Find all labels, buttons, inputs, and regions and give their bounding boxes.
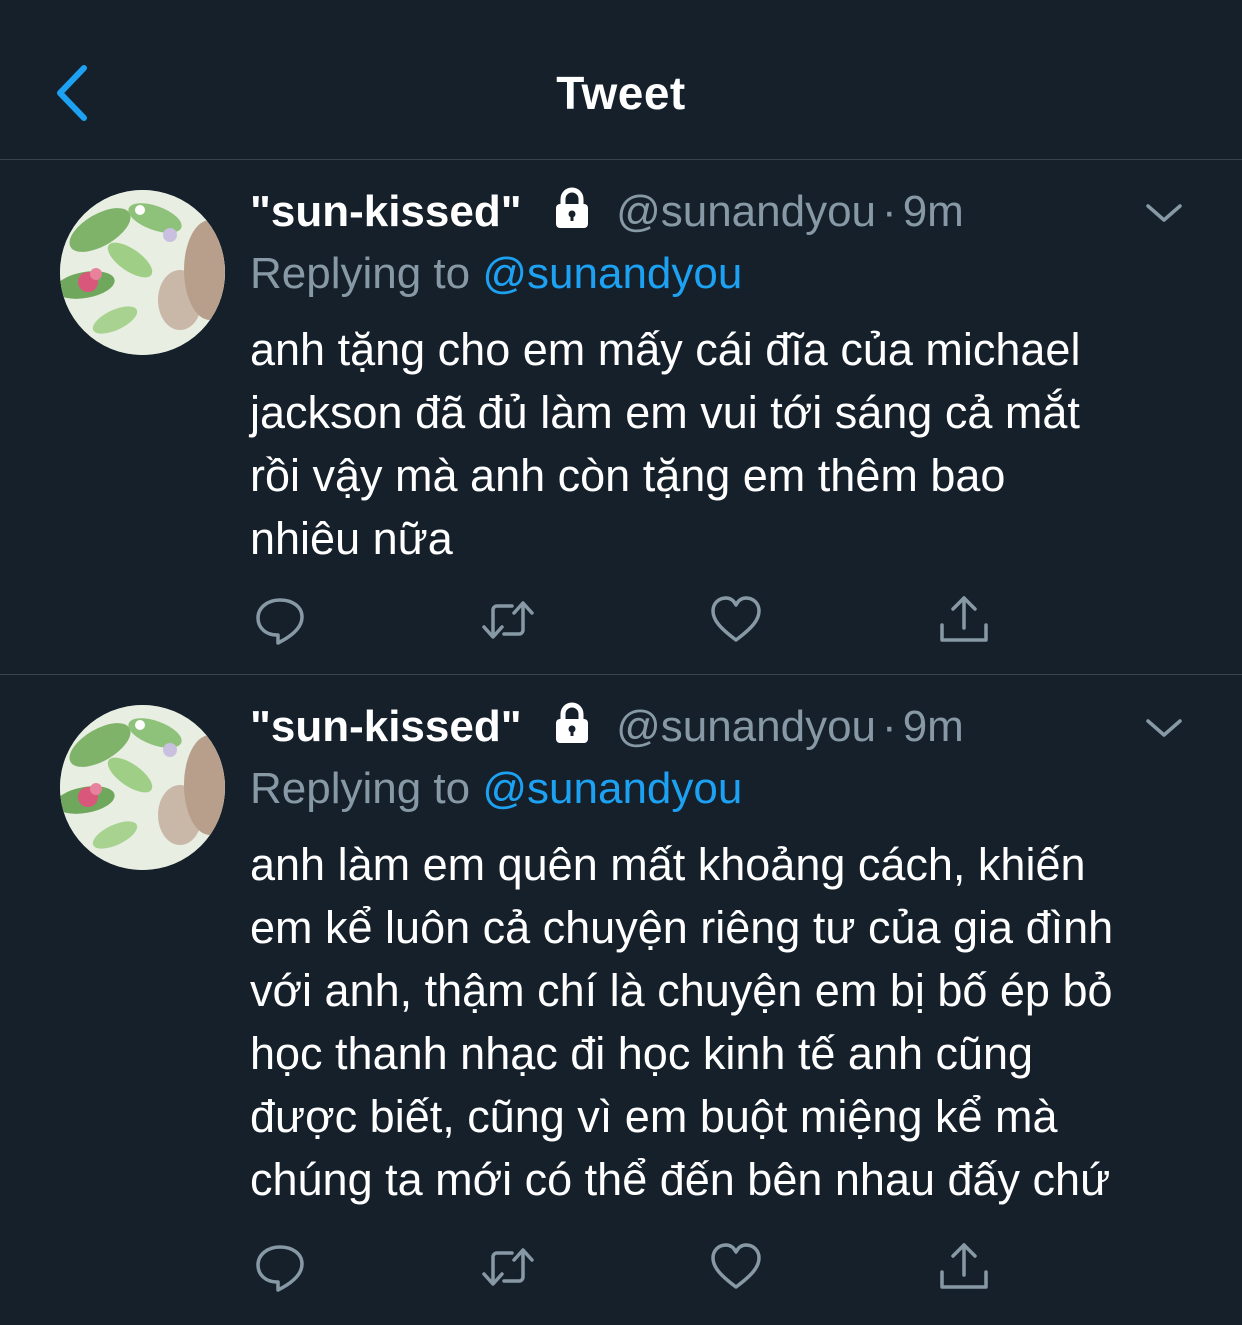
share-button[interactable] [936,1239,992,1295]
timestamp: 9m [902,187,964,236]
chevron-down-icon [1146,719,1182,737]
tweet-actions [250,1239,1010,1295]
share-icon [940,1243,988,1289]
top-bar: Tweet [0,0,1242,160]
separator: · [882,702,897,751]
tweet-text-line: chúng ta mới có thể đến bên nhau đấy chứ [250,1154,1111,1205]
like-icon [711,1243,761,1289]
tweet-text-line: anh làm em quên mất khoảng cách, khiến [250,839,1086,890]
more-options-button[interactable] [1144,715,1184,741]
reply-button[interactable] [252,592,308,648]
tweet-text-line: jackson đã đủ làm em vui tới sáng cả mắt [250,387,1080,438]
display-name[interactable]: "sun-kissed" [250,702,522,751]
tweet-text-line: em kể luôn cả chuyện riêng tư của gia đì… [250,902,1114,953]
page-title: Tweet [556,67,686,119]
avatar[interactable] [60,705,225,870]
tweet[interactable]: "sun-kissed" @sunandyou · 9m Replying to @… [0,160,1242,675]
replying-to: Replying to @sunandyou [250,246,742,302]
tweet-text-line: nhiêu nữa [250,513,453,564]
tweet-text-line: rồi vậy mà anh còn tặng em thêm bao [250,450,1006,501]
chevron-down-icon [1146,204,1182,222]
tweet-header: "sun-kissed" @sunandyou · 9m [250,184,964,240]
reply-icon [256,1245,304,1292]
avatar[interactable] [60,190,225,355]
reply-button[interactable] [252,1239,308,1295]
retweet-icon [482,601,534,639]
retweet-button[interactable] [480,1239,536,1295]
tweet-text-line: học thanh nhạc đi học kinh tế anh cũng [250,1028,1034,1079]
tweet-actions [250,592,1010,648]
more-options-button[interactable] [1144,200,1184,226]
separator: · [882,187,897,236]
tweet-text-line: anh tặng cho em mấy cái đĩa của michael [250,324,1081,375]
reply-handle-link[interactable]: @sunandyou [482,249,742,298]
share-icon [940,596,988,642]
display-name[interactable]: "sun-kissed" [250,187,522,236]
retweet-button[interactable] [480,592,536,648]
reply-prefix: Replying to [250,249,471,298]
replying-to: Replying to @sunandyou [250,761,742,817]
reply-prefix: Replying to [250,764,471,813]
handle[interactable]: @sunandyou [616,702,876,751]
tweet-text-line: với anh, thậm chí là chuyện em bị bố ép … [250,965,1113,1016]
lock-icon [555,702,588,743]
like-button[interactable] [708,1239,764,1295]
reply-icon [256,598,304,645]
retweet-icon [482,1248,534,1286]
lock-icon [555,187,588,228]
timestamp: 9m [902,702,964,751]
handle[interactable]: @sunandyou [616,187,876,236]
share-button[interactable] [936,592,992,648]
like-icon [711,596,761,642]
tweet-text: anh tặng cho em mấy cái đĩa của michael … [250,318,1210,570]
tweet-text-line: được biết, cũng vì em buột miệng kể mà [250,1091,1058,1142]
avatar-image [60,705,225,870]
avatar-image [60,190,225,355]
reply-handle-link[interactable]: @sunandyou [482,764,742,813]
like-button[interactable] [708,592,764,648]
tweet[interactable]: "sun-kissed" @sunandyou · 9m Replying to @… [0,675,1242,1325]
tweet-text: anh làm em quên mất khoảng cách, khiến e… [250,833,1210,1211]
tweet-header: "sun-kissed" @sunandyou · 9m [250,699,964,755]
